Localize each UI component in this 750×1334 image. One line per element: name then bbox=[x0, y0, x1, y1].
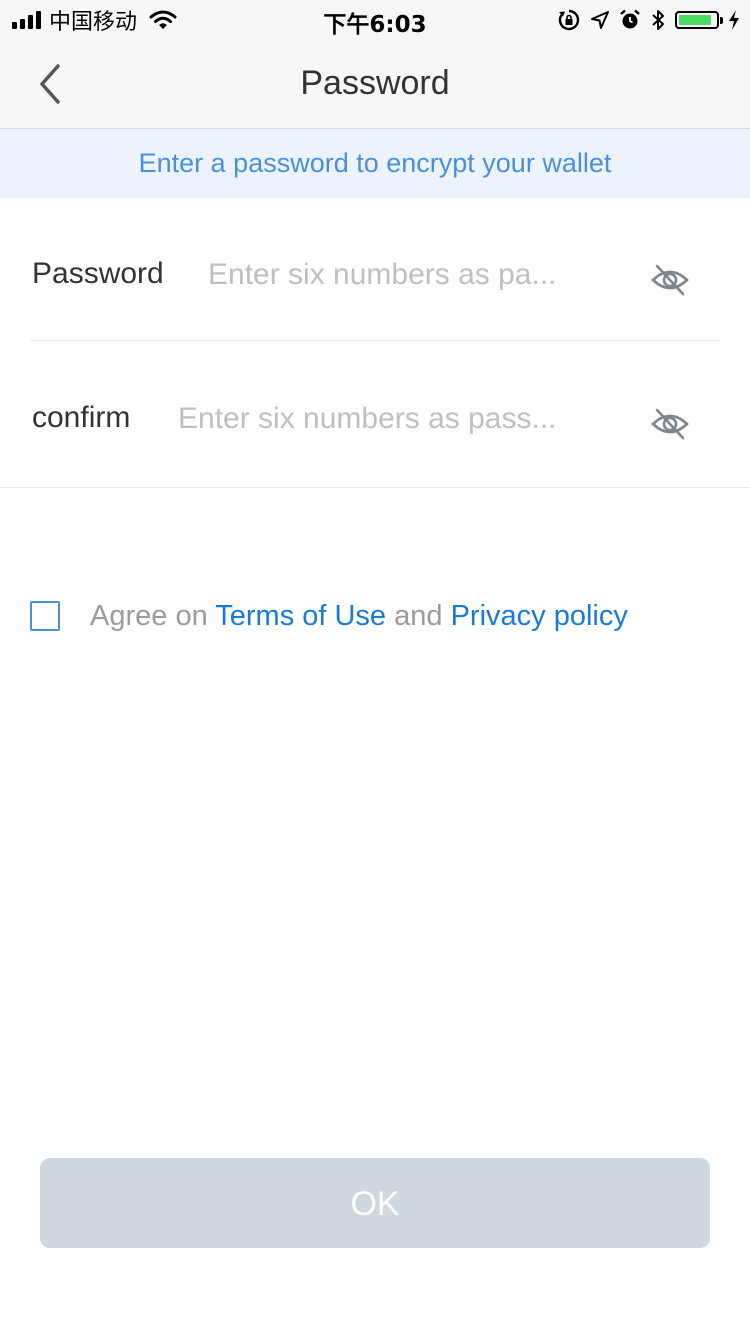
status-bar: 中国移动 下午6:03 bbox=[0, 0, 750, 40]
divider bbox=[30, 340, 720, 341]
battery-icon bbox=[675, 11, 723, 29]
eye-off-icon bbox=[651, 264, 689, 296]
agreement-text: Agree on Terms of Use and Privacy policy bbox=[90, 600, 628, 633]
confirm-row: confirm bbox=[0, 351, 750, 495]
confirm-visibility-toggle[interactable] bbox=[650, 404, 690, 444]
battery-level bbox=[679, 15, 712, 25]
orientation-lock-icon bbox=[558, 9, 580, 31]
agree-and: and bbox=[394, 599, 443, 632]
eye-off-icon bbox=[651, 408, 689, 440]
password-visibility-toggle[interactable] bbox=[650, 260, 690, 300]
status-right bbox=[557, 6, 740, 34]
bluetooth-icon bbox=[652, 10, 664, 30]
confirm-input[interactable] bbox=[178, 395, 578, 443]
hint-banner: Enter a password to encrypt your wallet bbox=[0, 129, 750, 198]
agree-prefix: Agree on bbox=[90, 599, 208, 632]
password-input[interactable] bbox=[208, 251, 578, 299]
charging-icon bbox=[729, 10, 739, 30]
alarm-icon bbox=[620, 9, 640, 29]
password-label: Password bbox=[32, 257, 164, 290]
privacy-policy-link[interactable]: Privacy policy bbox=[451, 600, 628, 632]
location-icon bbox=[591, 11, 609, 29]
confirm-label: confirm bbox=[32, 401, 131, 434]
password-row: Password bbox=[0, 207, 750, 351]
terms-of-use-link[interactable]: Terms of Use bbox=[215, 600, 386, 632]
nav-bar: Password bbox=[0, 40, 750, 129]
screen: 中国移动 下午6:03 Password Enter a password to… bbox=[0, 0, 750, 1334]
page-title: Password bbox=[300, 64, 450, 102]
agree-checkbox[interactable] bbox=[30, 601, 60, 631]
agreement-row: Agree on Terms of Use and Privacy policy bbox=[30, 596, 628, 636]
ok-button[interactable]: OK bbox=[40, 1158, 710, 1248]
divider bbox=[0, 487, 750, 488]
